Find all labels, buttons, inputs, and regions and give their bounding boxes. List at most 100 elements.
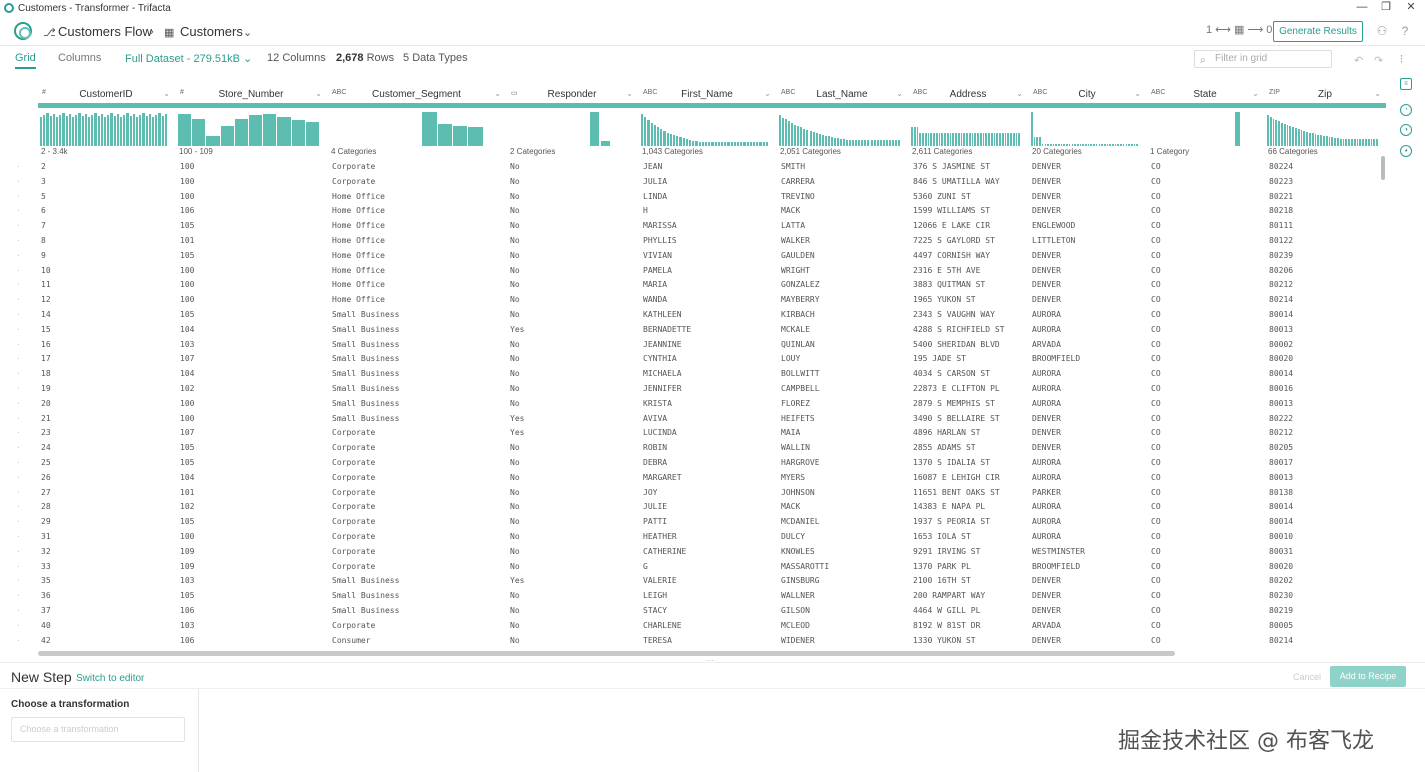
table-cell[interactable]: 106	[180, 206, 194, 215]
histogram-bar[interactable]	[1314, 134, 1317, 146]
histogram-bar[interactable]	[938, 133, 941, 146]
histogram-bar[interactable]	[113, 116, 116, 146]
histogram-bar[interactable]	[1109, 144, 1111, 146]
table-cell[interactable]: Home Office	[332, 266, 385, 275]
table-cell[interactable]: 100	[180, 162, 194, 171]
table-cell[interactable]: WANDA	[643, 295, 667, 304]
table-cell[interactable]: MCLEOD	[781, 621, 810, 630]
histogram-bar[interactable]	[1278, 121, 1280, 146]
table-cell[interactable]: STACY	[643, 606, 667, 615]
table-cell[interactable]: DENVER	[1032, 206, 1061, 215]
table-cell[interactable]: CO	[1151, 532, 1161, 541]
histogram-bar[interactable]	[971, 133, 974, 146]
histogram-bar[interactable]	[161, 116, 164, 146]
table-cell[interactable]: 106	[180, 606, 194, 615]
histogram-bar[interactable]	[1103, 144, 1106, 146]
table-cell[interactable]: DENVER	[1032, 428, 1061, 437]
histogram-bar[interactable]	[1012, 133, 1015, 146]
histogram-bar[interactable]	[944, 133, 946, 146]
column-header[interactable]: # CustomerID ⌄	[38, 86, 174, 102]
table-cell[interactable]: CO	[1151, 562, 1161, 571]
histogram-bar[interactable]	[806, 130, 809, 146]
table-cell[interactable]: HEATHER	[643, 532, 677, 541]
table-row[interactable]: · 25 105 Corporate No DEBRA HARGROVE 1370 S IDA…	[0, 455, 1390, 470]
table-cell[interactable]: CO	[1151, 177, 1161, 186]
table-cell[interactable]: 80221	[1269, 192, 1293, 201]
table-cell[interactable]: KIRBACH	[781, 310, 815, 319]
table-cell[interactable]: KATHLEEN	[643, 310, 682, 319]
table-cell[interactable]: 80014	[1269, 310, 1293, 319]
table-cell[interactable]: 80223	[1269, 177, 1293, 186]
histogram-bar[interactable]	[941, 133, 943, 146]
table-cell[interactable]: VIVIAN	[643, 251, 672, 260]
histogram-bar[interactable]	[858, 140, 861, 146]
table-cell[interactable]: 80214	[1269, 295, 1293, 304]
table-cell[interactable]: Consumer	[332, 636, 371, 645]
histogram-bar[interactable]	[852, 140, 855, 146]
histogram-bar[interactable]	[952, 133, 954, 146]
histogram-bar[interactable]	[1079, 144, 1082, 146]
table-cell[interactable]: DENVER	[1032, 636, 1061, 645]
table-cell[interactable]: 80016	[1269, 384, 1293, 393]
table-cell[interactable]: No	[510, 399, 520, 408]
histogram-bar[interactable]	[1281, 123, 1283, 146]
table-cell[interactable]: WESTMINSTER	[1032, 547, 1085, 556]
table-cell[interactable]: 24	[41, 443, 51, 452]
histogram-bar[interactable]	[1295, 128, 1297, 146]
table-cell[interactable]: BOLLWITT	[781, 369, 820, 378]
table-cell[interactable]: Home Office	[332, 236, 385, 245]
histogram-bar[interactable]	[830, 137, 833, 146]
table-cell[interactable]: Yes	[510, 414, 524, 423]
table-cell[interactable]: 2855 ADAMS ST	[913, 443, 976, 452]
table-cell[interactable]: 104	[180, 325, 194, 334]
table-cell[interactable]: 109	[180, 562, 194, 571]
table-cell[interactable]: 80219	[1269, 606, 1293, 615]
histogram-bar[interactable]	[673, 135, 676, 146]
table-cell[interactable]: No	[510, 636, 520, 645]
table-row[interactable]: · 7 105 Home Office No MARISSA LATTA 12066 E LA…	[0, 218, 1390, 233]
histogram-bar[interactable]	[641, 114, 644, 146]
table-cell[interactable]: 80222	[1269, 414, 1293, 423]
table-cell[interactable]: 8	[41, 236, 46, 245]
column-details-icon[interactable]: ◔	[1400, 104, 1412, 116]
cancel-button[interactable]: Cancel	[1293, 672, 1321, 682]
table-cell[interactable]: AURORA	[1032, 310, 1061, 319]
table-row[interactable]: · 9 105 Home Office No VIVIAN GAULDEN 4497 CORN…	[0, 248, 1390, 263]
histogram-bar[interactable]	[836, 138, 839, 146]
table-cell[interactable]: CO	[1151, 576, 1161, 585]
table-cell[interactable]: 104	[180, 473, 194, 482]
table-cell[interactable]: LUCINDA	[643, 428, 677, 437]
histogram-bar[interactable]	[963, 133, 965, 146]
histogram-bar[interactable]	[43, 115, 46, 146]
histogram-bar[interactable]	[993, 133, 996, 146]
histogram-bar[interactable]	[824, 136, 827, 146]
histogram-bar[interactable]	[116, 114, 119, 146]
histogram-bar[interactable]	[919, 133, 921, 146]
histogram-bar[interactable]	[730, 142, 733, 146]
table-cell[interactable]: AURORA	[1032, 369, 1061, 378]
table-cell[interactable]: 5360 ZUNI ST	[913, 192, 971, 201]
histogram-bar[interactable]	[966, 133, 968, 146]
histogram-bar[interactable]	[1015, 133, 1018, 146]
table-cell[interactable]: 1370 PARK PL	[913, 562, 971, 571]
table-cell[interactable]: 20	[41, 399, 51, 408]
histogram-bar[interactable]	[644, 117, 647, 146]
histogram-bar[interactable]	[682, 138, 685, 146]
table-cell[interactable]: 26	[41, 473, 51, 482]
histogram-bar[interactable]	[689, 140, 692, 146]
table-row[interactable]: · 18 104 Small Business No MICHAELA BOLLWITT 40…	[0, 366, 1390, 381]
table-row[interactable]: · 33 109 Corporate No G MASSAROTTI 1370 PARK PL…	[0, 559, 1390, 574]
table-cell[interactable]: BROOMFIELD	[1032, 562, 1080, 571]
table-cell[interactable]: 7	[41, 221, 46, 230]
histogram-bar[interactable]	[136, 117, 139, 146]
table-cell[interactable]: 2100 16TH ST	[913, 576, 971, 585]
table-cell[interactable]: 4497 CORNISH WAY	[913, 251, 990, 260]
histogram-bar[interactable]	[924, 133, 927, 146]
table-cell[interactable]: CO	[1151, 266, 1161, 275]
table-cell[interactable]: CO	[1151, 591, 1161, 600]
table-cell[interactable]: CO	[1151, 280, 1161, 289]
histogram-bar[interactable]	[1283, 124, 1286, 146]
table-cell[interactable]: No	[510, 251, 520, 260]
column-menu-chevron-icon[interactable]: ⌄	[163, 89, 170, 98]
table-row[interactable]: · 37 106 Small Business No STACY GILSON 4464 W …	[0, 603, 1390, 618]
